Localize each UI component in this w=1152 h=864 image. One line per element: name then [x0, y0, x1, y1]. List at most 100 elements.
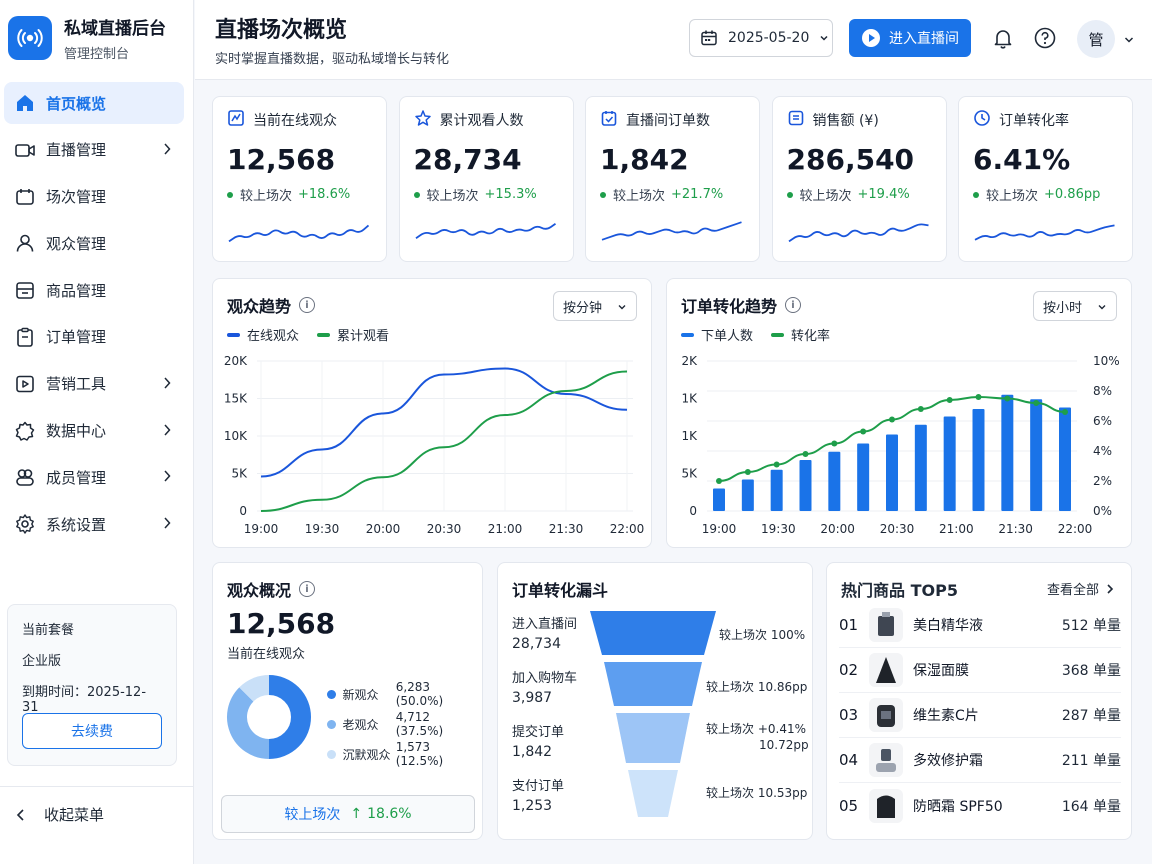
x-tick-label: 21:30 [549, 522, 584, 536]
product-rank: 04 [839, 751, 859, 769]
status-dot [413, 191, 420, 198]
rate-point-12 [1062, 409, 1068, 415]
bar-6 [886, 434, 898, 511]
y2-tick-label: 2% [1093, 474, 1112, 488]
compare-button[interactable]: 较上场次 ↑ 18.6% [221, 795, 475, 833]
stat-delta-value: +0.86pp [1044, 187, 1101, 202]
product-order-count: 164 单量 [1061, 798, 1121, 815]
product-thumbnail [869, 698, 903, 732]
funnel-step-1: 加入购物车 3,987 [512, 667, 577, 706]
sidebar-item-0[interactable]: 首页概览 [4, 82, 184, 124]
members-icon [14, 466, 36, 488]
info-icon[interactable]: i [299, 581, 316, 597]
stat-delta: 较上场次 +18.6% [227, 185, 350, 204]
y-tick-label: 10K [224, 429, 248, 443]
x-tick-label: 19:30 [305, 522, 340, 536]
stat-delta-value: +15.3% [484, 187, 537, 202]
stat-card-4: 订单转化率 6.41% 较上场次 +0.86pp [958, 96, 1133, 262]
top-products-card: 热门商品 TOP5 查看全部 01 美白精华液 512 单量 02 保湿面膜 368 单量… [826, 562, 1132, 840]
stat-card-3: 销售额 (¥) 286,540 较上场次 +19.4% [771, 96, 947, 262]
sidebar-item-8[interactable]: 成员管理 [4, 456, 184, 498]
sidebar-item-label: 系统设置 [46, 515, 107, 534]
collapse-menu-label: 收起菜单 [44, 806, 105, 824]
donut-slice-2 [239, 675, 270, 702]
brand: 私域直播后台 管理控制台 [8, 14, 166, 62]
sidebar-item-6[interactable]: 营销工具 [4, 363, 184, 405]
product-row-4[interactable]: 05 防晒霜 SPF50 164 单量 [839, 783, 1121, 828]
sparkline [414, 223, 556, 239]
product-order-count: 287 单量 [1061, 708, 1121, 724]
help-icon[interactable] [1033, 26, 1057, 50]
collapse-menu-button[interactable]: 收起菜单 [14, 804, 104, 825]
bar-10 [1001, 394, 1014, 511]
broadcast-logo-icon [8, 16, 52, 60]
sidebar: 私域直播后台 管理控制台 首页概览直播管理场次管理观众管理商品管理订单管理营销工… [0, 0, 194, 864]
y2-tick-label: 0% [1093, 504, 1112, 518]
stat-value: 6.41% [973, 143, 1071, 176]
product-rank: 05 [839, 796, 859, 815]
y2-tick-label: 10% [1093, 354, 1120, 368]
enter-live-room-button[interactable]: 进入直播间 [849, 19, 971, 57]
audience-overview-value: 12,568 [227, 607, 336, 640]
x-tick-label: 19:30 [761, 522, 796, 536]
sidebar-item-7[interactable]: 数据中心 [4, 410, 184, 452]
x-tick-label: 21:00 [939, 522, 974, 536]
sparkline-path [787, 223, 929, 243]
plan-name: 企业版 [22, 654, 62, 669]
funnel-step-value: 1,253 [512, 798, 553, 814]
chevron-right-icon [164, 377, 171, 389]
orders-icon [600, 109, 618, 131]
sidebar-item-1[interactable]: 直播管理 [4, 129, 184, 171]
sidebar-item-3[interactable]: 观众管理 [4, 222, 184, 264]
sidebar-item-label: 订单管理 [46, 328, 107, 347]
funnel-step-name: 支付订单 [512, 779, 565, 794]
sidebar-item-9[interactable]: 系统设置 [4, 503, 184, 545]
date-picker[interactable]: 2025-05-20 [689, 19, 833, 57]
bar-1 [741, 479, 754, 511]
order-icon [14, 326, 36, 348]
rate-point-8 [946, 397, 953, 403]
renew-button[interactable]: 去续费 [22, 713, 162, 749]
product-icon [14, 279, 36, 301]
product-row-2[interactable]: 03 维生素C片 287 单量 [839, 693, 1121, 738]
stat-title: 直播间订单数 [626, 113, 710, 129]
bar-11 [1030, 399, 1043, 511]
product-name: 维生素C片 [913, 708, 979, 724]
status-dot [227, 191, 233, 198]
sidebar-item-5[interactable]: 订单管理 [4, 316, 184, 358]
product-row-3[interactable]: 04 多效修护霜 211 单量 [839, 738, 1121, 783]
bell-icon[interactable] [991, 26, 1015, 50]
stat-card-0: 当前在线观众 12,568 较上场次 +18.6% [212, 96, 387, 262]
funnel-title: 订单转化漏斗 [512, 581, 609, 600]
chevron-down-icon [820, 35, 828, 41]
brand-title: 私域直播后台 [64, 19, 166, 39]
segment-name: 新观众 [342, 687, 379, 702]
segment-name: 老观众 [342, 717, 379, 732]
funnel-step-value: 3,987 [512, 690, 553, 706]
audience-overview-title: 观众概况 [227, 581, 292, 600]
home-icon [14, 92, 36, 114]
funnel-rate-label: 较上场次 100% [719, 628, 806, 642]
avatar[interactable]: 管 [1077, 20, 1115, 58]
product-row-0[interactable]: 01 美白精华液 512 单量 [839, 603, 1121, 648]
product-order-count: 368 单量 [1061, 663, 1121, 679]
y-tick-label: 20K [224, 354, 248, 368]
product-row-1[interactable]: 02 保湿面膜 368 单量 [839, 648, 1121, 693]
top-products-title: 热门商品 TOP5 [841, 581, 958, 600]
sidebar-item-4[interactable]: 商品管理 [4, 269, 184, 311]
funnel-step-name: 进入直播间 [512, 617, 578, 632]
sidebar-item-label: 场次管理 [46, 188, 107, 207]
audience-donut-chart [227, 675, 311, 759]
bar-12 [1059, 407, 1071, 511]
conversion-trend-chart: 0 5K 1K 1K 2K 0% 2% 4% 6% 8% 10% 19:00 19:30 20:00 20:… [681, 354, 1120, 536]
chevron-down-icon[interactable] [1123, 34, 1135, 46]
y-tick-label: 1K [681, 429, 698, 443]
stat-delta-value: +21.7% [671, 187, 724, 202]
stat-delta-label: 较上场次 [799, 189, 852, 204]
sidebar-item-2[interactable]: 场次管理 [4, 176, 184, 218]
funnel-step-name: 加入购物车 [512, 671, 578, 686]
view-all-link[interactable]: 查看全部 [1047, 579, 1115, 598]
date-value: 2025-05-20 [728, 30, 810, 46]
sparkline [974, 224, 1115, 241]
brand-subtitle: 管理控制台 [64, 47, 130, 62]
